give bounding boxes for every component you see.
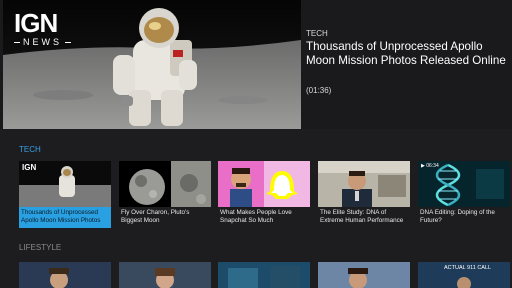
video-card-apollo[interactable]: IGN Thousands of Unprocessed Apollo Moon… [19,161,111,228]
hero-category: TECH [306,29,328,38]
section-label-lifestyle: LIFESTYLE [19,243,62,252]
lifestyle-card-5[interactable]: ACTUAL 911 CALL [418,262,510,288]
logo-dash-left [14,41,20,43]
video-card-elite-study[interactable]: The Elite Study: DNA of Extreme Human Pe… [318,161,410,228]
hero-title[interactable]: Thousands of Unprocessed Apollo Moon Mis… [306,40,506,69]
thumb-ign-logo: IGN [22,163,37,172]
thumb-charon [119,161,211,207]
lifestyle-card-1[interactable] [19,262,111,288]
logo-news-row: NEWS [14,37,71,47]
lifestyle-overlay-text: ACTUAL 911 CALL [444,265,492,271]
video-card-dna-editing[interactable]: ▶ 06:34 DNA Editing: Doping of the Futur… [418,161,510,228]
logo-dash-right [65,41,71,43]
lifestyle-card-2[interactable] [119,262,211,288]
thumb-snapchat [218,161,310,207]
video-card-title: What Makes People Love Snapchat So Much [220,209,292,225]
video-card-title: DNA Editing: Doping of the Future? [420,209,495,225]
thumb-elite-study [318,161,410,207]
lifestyle-card-4[interactable] [318,262,410,288]
thumb-dna: ▶ 06:34 [418,161,510,207]
ign-news-logo: IGN NEWS [14,10,71,47]
logo-news-text: NEWS [23,37,62,47]
section-label-tech: TECH [19,145,41,154]
video-card-title: Fly Over Charon, Pluto's Biggest Moon [121,209,190,225]
video-card-charon[interactable]: Fly Over Charon, Pluto's Biggest Moon [119,161,211,228]
hero-duration: (01:36) [306,86,332,95]
lifestyle-card-3[interactable] [218,262,310,288]
video-card-title: The Elite Study: DNA of Extreme Human Pe… [320,209,404,225]
video-card-snapchat[interactable]: What Makes People Love Snapchat So Much [218,161,310,228]
thumb-apollo: IGN [19,161,111,207]
hero-banner[interactable]: IGN NEWS TECH Thousands of Unprocessed A… [0,0,512,129]
logo-ign-text: IGN [14,8,58,38]
thumb-duration-badge: ▶ 06:34 [421,163,439,169]
video-card-title: Thousands of Unprocessed Apollo Moon Mis… [19,207,111,228]
